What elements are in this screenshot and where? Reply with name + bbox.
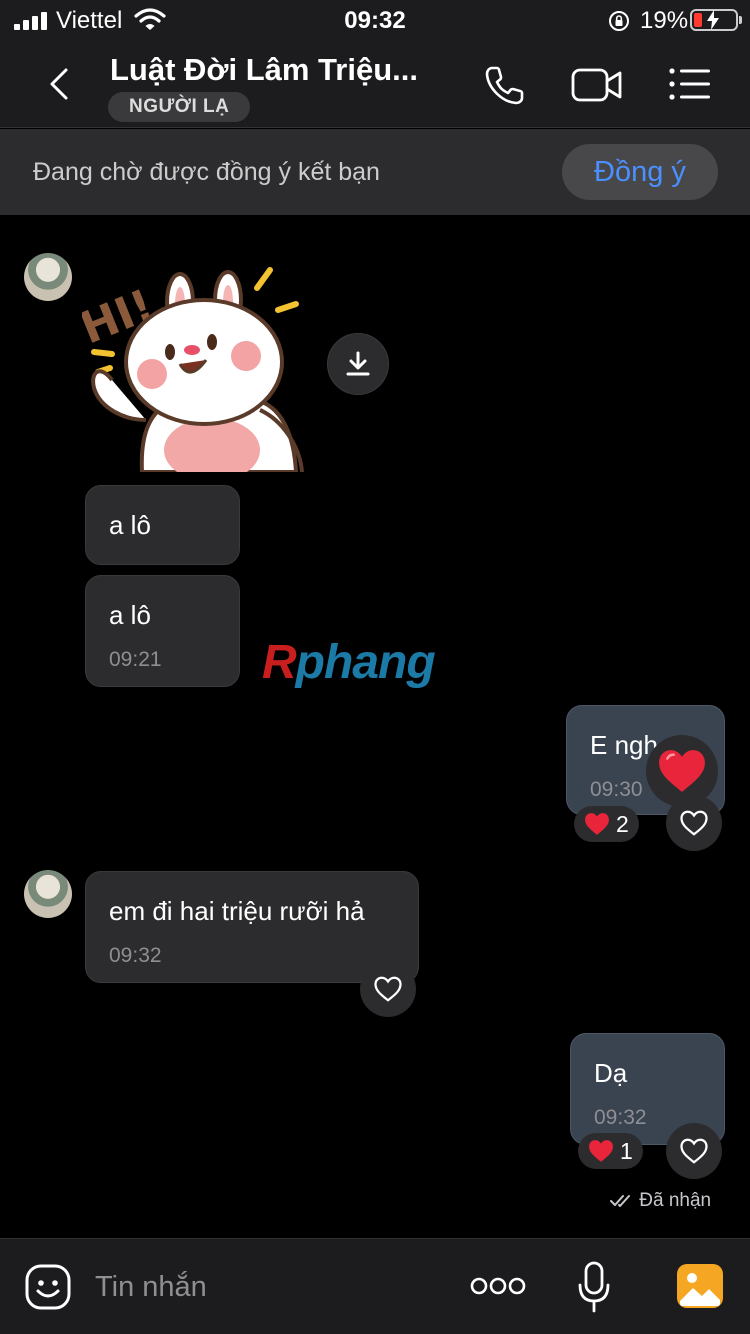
download-sticker-button[interactable] (327, 333, 389, 395)
incoming-message-bubble[interactable]: a lô 09:21 (85, 575, 240, 687)
reaction-count: 1 (620, 1137, 633, 1164)
accept-friend-button[interactable]: Đồng ý (562, 144, 718, 200)
gallery-photo-icon[interactable] (676, 1263, 724, 1309)
chat-header: Luật Đời Lâm Triệu... NGƯỜI LẠ (0, 42, 750, 128)
message-text: Dạ (594, 1058, 628, 1088)
contact-avatar[interactable] (24, 253, 72, 301)
orientation-lock-icon (609, 11, 629, 31)
reaction-summary[interactable]: 2 (574, 806, 639, 842)
heart-filled-icon (659, 750, 705, 792)
contact-name[interactable]: Luật Đời Lâm Triệu... (110, 52, 418, 88)
heart-filled-icon (589, 1140, 613, 1162)
phone-icon[interactable] (482, 62, 528, 108)
message-list[interactable]: HI! a lô a lô 09:21 Rphang E ngh 09:30 2… (0, 215, 750, 1238)
battery-level (694, 13, 702, 27)
heart-reaction-popup[interactable] (646, 735, 718, 807)
charging-bolt-icon (707, 10, 719, 30)
download-icon (346, 351, 370, 376)
more-options-icon[interactable] (470, 1275, 526, 1297)
battery-icon (690, 9, 742, 31)
reaction-count: 2 (616, 810, 629, 837)
reaction-summary[interactable]: 1 (578, 1133, 643, 1169)
delivery-status-text: Đã nhận (639, 1190, 712, 1211)
message-text: em đi hai triệu rưỡi hả (109, 896, 365, 926)
heart-outline-icon (680, 810, 708, 836)
hi-bunny-sticker[interactable]: HI! (82, 260, 314, 472)
incoming-message-bubble[interactable]: a lô (85, 485, 240, 565)
back-icon[interactable] (40, 64, 80, 104)
list-menu-icon[interactable] (668, 66, 712, 102)
react-heart-button[interactable] (360, 961, 416, 1017)
react-heart-button[interactable] (666, 795, 722, 851)
contact-avatar[interactable] (24, 870, 72, 918)
stranger-badge: NGƯỜI LẠ (108, 92, 251, 122)
message-time: 09:21 (109, 648, 162, 671)
message-time: 09:32 (594, 1106, 647, 1129)
status-time: 09:32 (344, 7, 406, 34)
video-camera-icon[interactable] (570, 64, 624, 106)
message-time: 09:30 (590, 778, 643, 801)
message-time: 09:32 (109, 944, 162, 967)
heart-outline-icon (374, 976, 402, 1002)
watermark-logo: Rphang (262, 636, 436, 689)
incoming-message-bubble[interactable]: em đi hai triệu rưỡi hả 09:32 (85, 871, 419, 983)
message-input[interactable] (95, 1267, 435, 1307)
react-heart-button[interactable] (666, 1123, 722, 1179)
message-text: a lô (109, 510, 151, 540)
friend-request-bar: Đang chờ được đồng ý kết bạn Đồng ý (0, 129, 750, 215)
battery-percent: 19% (640, 7, 689, 34)
message-input-bar (0, 1238, 750, 1334)
delivery-status: Đã nhận (610, 1190, 711, 1212)
status-bar: Viettel 09:32 19% (0, 0, 750, 42)
double-check-icon (610, 1194, 630, 1207)
message-text: a lô (109, 600, 151, 630)
microphone-icon[interactable] (578, 1261, 610, 1313)
sticker-emoji-icon[interactable] (24, 1263, 72, 1311)
heart-filled-icon (585, 813, 609, 835)
friend-request-status: Đang chờ được đồng ý kết bạn (33, 158, 380, 186)
heart-outline-icon (680, 1138, 708, 1164)
